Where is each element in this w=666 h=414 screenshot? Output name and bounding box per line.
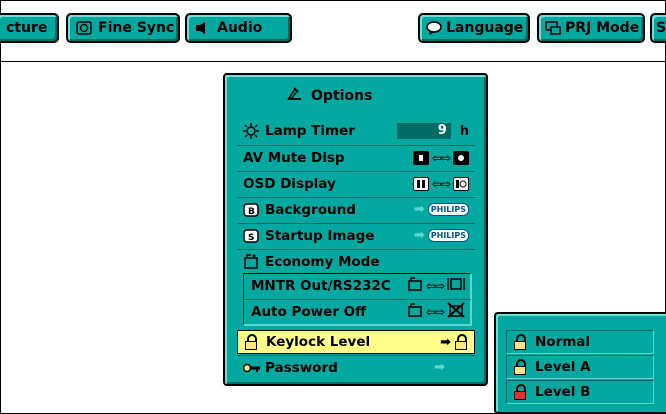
- speech-bubble-icon: [426, 21, 442, 35]
- osd-display-label: OSD Display: [243, 175, 336, 192]
- keylock-option-label: Level A: [535, 359, 591, 375]
- keylock-level-value: ➡: [440, 331, 468, 353]
- lock-icon: [454, 334, 468, 350]
- keylock-submenu: Normal Level A Level B: [494, 312, 666, 414]
- tab-audio-label: Audio: [217, 20, 263, 36]
- mntr-out-options: ⇦⇨: [407, 274, 465, 298]
- tab-audio[interactable]: Audio: [185, 13, 292, 43]
- economy-mode-label: Economy Mode: [265, 253, 380, 270]
- philips-logo-icon: PHILIPS: [427, 203, 469, 216]
- toggle-arrows-icon: ⇦⇨: [431, 150, 451, 165]
- startup-image-row[interactable]: S Startup Image ➡ PHILIPS: [237, 223, 475, 247]
- tab-fine-sync[interactable]: Fine Sync: [66, 13, 180, 43]
- auto-power-off-label: Auto Power Off: [251, 303, 367, 320]
- lamp-timer-value: 9: [396, 123, 451, 139]
- tab-setup[interactable]: S: [650, 13, 666, 43]
- arrow-right-icon: ➡: [434, 360, 445, 375]
- background-value: ➡ PHILIPS: [414, 198, 469, 221]
- keylock-level-label: Keylock Level: [266, 334, 371, 350]
- menu-divider: [0, 61, 666, 62]
- startup-image-icon: S: [243, 228, 259, 244]
- tab-setup-label: S: [656, 20, 666, 36]
- tab-prj-mode[interactable]: PRJ Mode: [537, 13, 645, 43]
- options-title: Options: [285, 85, 425, 107]
- toggle-arrows-icon: ⇦⇨: [425, 279, 445, 293]
- lamp-timer-value-group: 9 h: [396, 119, 469, 143]
- av-mute-row[interactable]: AV Mute Disp ⇦⇨: [237, 145, 475, 169]
- key-icon: [242, 360, 260, 376]
- philips-logo-icon: PHILIPS: [427, 229, 469, 242]
- mute-screen-icon: [453, 150, 469, 165]
- av-mute-options: ⇦⇨: [412, 146, 469, 169]
- lock-red-icon: [513, 384, 527, 400]
- economy-mode-icon: [243, 253, 259, 270]
- background-label: Background: [265, 201, 356, 218]
- keylock-option-label: Normal: [535, 334, 591, 350]
- power-off-disabled-icon: [447, 301, 465, 322]
- toggle-arrows-icon: ⇦⇨: [425, 304, 445, 319]
- svg-text:B: B: [248, 207, 255, 217]
- startup-image-label: Startup Image: [265, 227, 375, 244]
- lamp-timer-label: Lamp Timer: [265, 123, 355, 139]
- options-panel: Options Lamp Timer 9 h AV Mute Disp ⇦⇨ O…: [223, 73, 488, 386]
- lamp-timer-unit: h: [459, 123, 469, 139]
- keylock-option-normal[interactable]: Normal: [506, 330, 654, 354]
- keylock-option-level-a[interactable]: Level A: [506, 355, 654, 379]
- lamp-icon: [243, 123, 259, 139]
- tab-language-label: Language: [446, 20, 524, 36]
- lock-icon: [513, 334, 527, 350]
- keylock-level-row[interactable]: Keylock Level ➡: [237, 330, 475, 354]
- background-row[interactable]: B Background ➡ PHILIPS: [237, 197, 475, 221]
- keylock-option-level-b[interactable]: Level B: [506, 380, 654, 404]
- tab-language[interactable]: Language: [418, 13, 530, 43]
- av-mute-label: AV Mute Disp: [243, 149, 345, 166]
- tab-fine-sync-label: Fine Sync: [98, 20, 175, 36]
- toggle-arrows-icon: ⇦⇨: [431, 176, 451, 191]
- options-title-label: Options: [311, 88, 373, 104]
- lamp-timer-row[interactable]: Lamp Timer 9 h: [237, 119, 475, 143]
- osd-off-icon: [453, 176, 469, 191]
- economy-mode-icon: [407, 277, 423, 295]
- arrow-right-icon: ➡: [413, 228, 425, 243]
- background-icon: B: [243, 202, 259, 218]
- tab-picture[interactable]: cture: [0, 13, 59, 43]
- prj-mode-icon: [545, 21, 561, 35]
- lock-icon: [513, 359, 527, 375]
- osd-display-row[interactable]: OSD Display ⇦⇨: [237, 171, 475, 195]
- svg-text:S: S: [248, 233, 254, 243]
- arrow-right-icon: ➡: [440, 334, 451, 350]
- tab-picture-label: cture: [6, 20, 48, 36]
- speaker-icon: [195, 21, 211, 35]
- arrow-right-icon: ➡: [413, 202, 425, 217]
- password-label: Password: [265, 359, 338, 376]
- auto-power-off-options: ⇦⇨: [407, 300, 465, 323]
- auto-power-off-row[interactable]: Auto Power Off ⇦⇨: [245, 299, 471, 323]
- osd-display-options: ⇦⇨: [412, 172, 469, 195]
- tab-prj-mode-label: PRJ Mode: [565, 20, 640, 36]
- keylock-option-label: Level B: [535, 384, 591, 400]
- mute-icon: [412, 150, 429, 165]
- lock-icon: [244, 334, 260, 350]
- options-icon: [285, 86, 303, 106]
- osd-on-icon: [412, 176, 429, 191]
- economy-mode-icon: [407, 302, 423, 321]
- mntr-out-row[interactable]: MNTR Out/RS232C ⇦⇨: [245, 274, 471, 298]
- mntr-out-label: MNTR Out/RS232C: [251, 278, 391, 294]
- startup-image-value: ➡ PHILIPS: [414, 224, 469, 247]
- economy-mode-row[interactable]: Economy Mode: [237, 249, 475, 273]
- fine-sync-icon: [76, 21, 92, 35]
- monitor-out-icon: [447, 277, 465, 295]
- password-value: ➡: [434, 356, 469, 379]
- password-row[interactable]: Password ➡: [237, 355, 475, 379]
